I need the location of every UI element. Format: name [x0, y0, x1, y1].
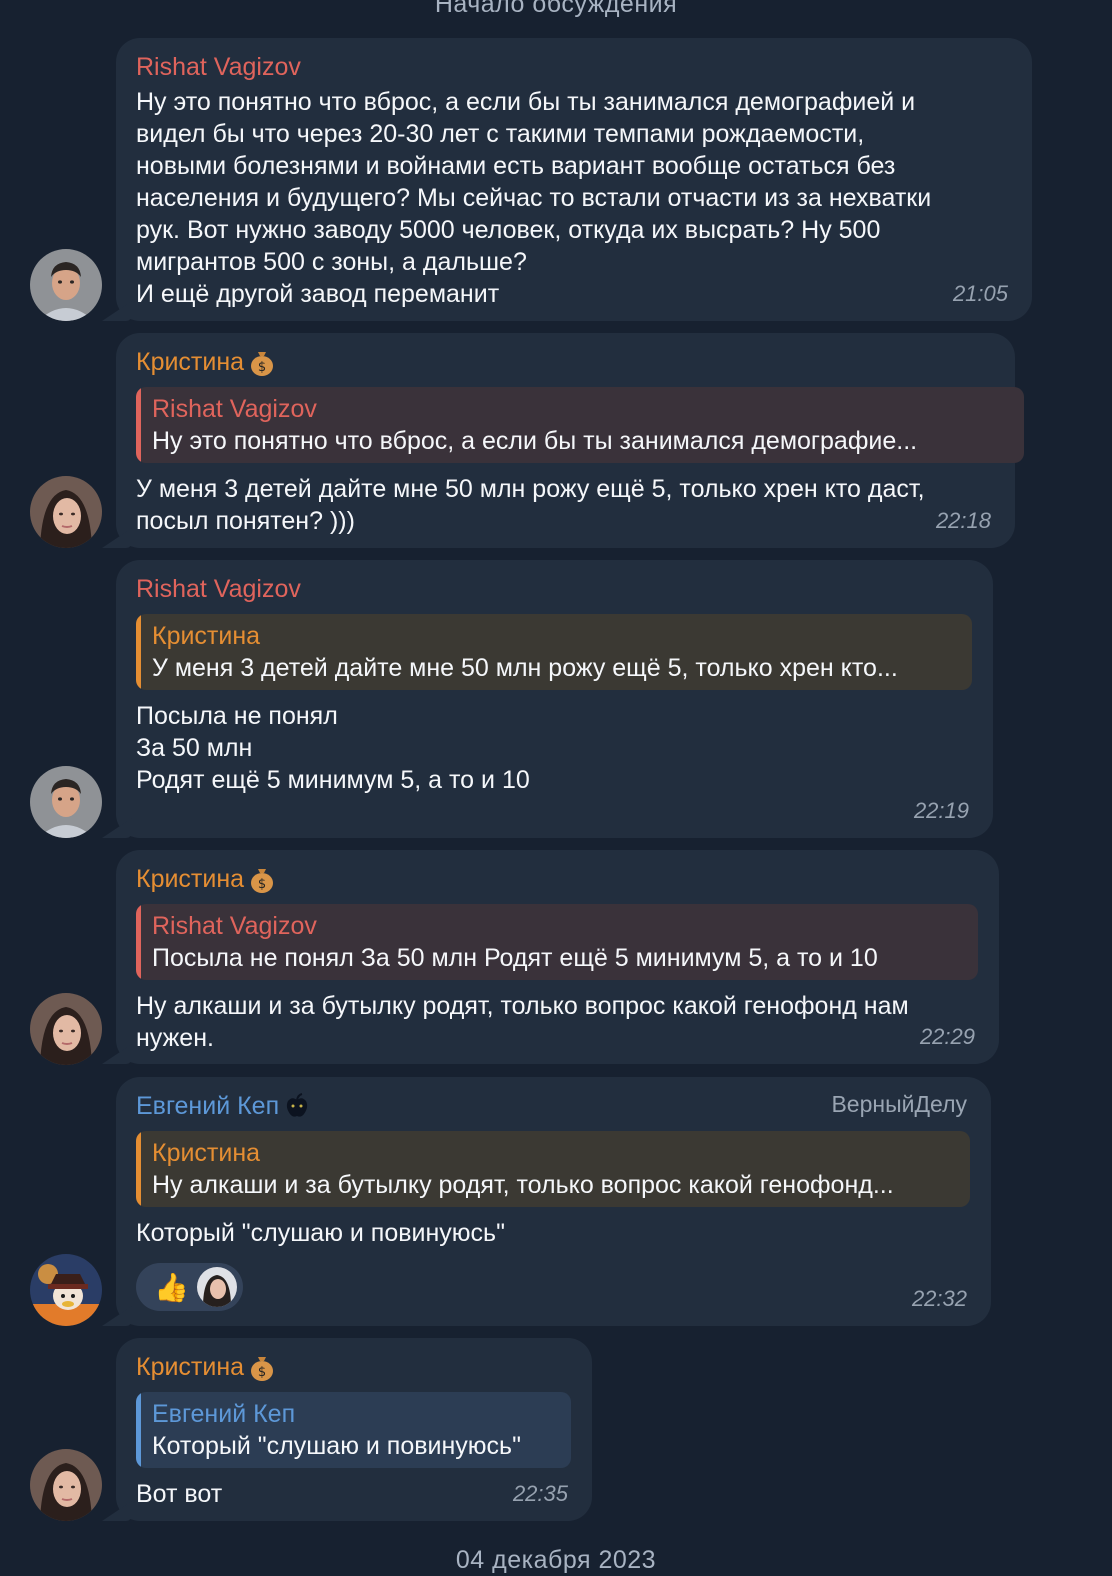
reply-quote-name: Кристина — [152, 622, 261, 650]
money-bag-icon: $ — [247, 1352, 277, 1382]
message-time: 22:18 — [935, 508, 991, 533]
message-bubble[interactable]: Rishat Vagizov Ну это понятно что вброс,… — [102, 38, 1032, 321]
avatar-rishat[interactable] — [30, 766, 102, 838]
avatar-kristina[interactable] — [30, 993, 102, 1065]
message-time: 22:29 — [919, 1024, 975, 1049]
message-bubble[interactable]: Кристина $ Евгений Кеп Который "слушаю и… — [102, 1338, 592, 1521]
message-bubble[interactable]: Rishat Vagizov Кристина У меня 3 детей д… — [102, 560, 993, 838]
message-text: Вот вот — [136, 1480, 223, 1508]
svg-text:$: $ — [258, 877, 266, 892]
message-bubble[interactable]: Кристина $ Rishat Vagizov Ну это понятно… — [102, 333, 1024, 548]
sender-name[interactable]: Кристина $ — [136, 864, 979, 894]
reply-quote[interactable]: Кристина Ну алкаши и за бутылку родят, т… — [136, 1131, 970, 1207]
message-time: 22:32 — [911, 1286, 967, 1311]
reply-quote-name: Rishat Vagizov — [152, 395, 317, 423]
message-bubble[interactable]: Кристина $ Rishat Vagizov Посыла не поня… — [102, 850, 999, 1064]
sender-name[interactable]: Кристина $ — [136, 347, 995, 377]
sender-name[interactable]: Rishat Vagizov — [136, 52, 1012, 82]
reply-quote-name: Rishat Vagizov — [152, 912, 317, 940]
sender-name[interactable]: Rishat Vagizov — [136, 574, 973, 604]
message-text: Ну это понятно что вброс, а если бы ты з… — [136, 88, 932, 308]
apple-icon — [282, 1091, 312, 1121]
reply-quote-name: Евгений Кеп — [152, 1400, 296, 1428]
message-text: У меня 3 детей дайте мне 50 млн рожу ещё… — [136, 475, 925, 535]
reply-quote-text: Который "слушаю и повинуюсь" — [152, 1432, 521, 1460]
reply-quote[interactable]: Rishat Vagizov Ну это понятно что вброс,… — [136, 387, 1024, 463]
message-bubble[interactable]: Евгений Кеп ВерныйДелу Кристина Ну алкаш… — [102, 1077, 991, 1326]
reply-quote-text: Ну это понятно что вброс, а если бы ты з… — [152, 427, 918, 455]
reply-quote-name: Кристина — [152, 1139, 261, 1167]
member-title: ВерныйДелу — [831, 1091, 967, 1117]
avatar-rishat[interactable] — [30, 249, 102, 321]
message-text: Ну алкаши и за бутылку родят, только воп… — [136, 992, 909, 1052]
svg-text:$: $ — [258, 1365, 266, 1380]
money-bag-icon: $ — [247, 864, 277, 894]
avatar-kristina[interactable] — [30, 476, 102, 548]
avatar-kristina[interactable] — [30, 1449, 102, 1521]
message-time: 21:05 — [952, 281, 1008, 306]
discussion-start-label: Начало обсуждения — [434, 0, 678, 18]
reply-quote[interactable]: Евгений Кеп Который "слушаю и повинуюсь" — [136, 1392, 571, 1468]
thumbs-up-icon: 👍 — [154, 1271, 189, 1303]
message-text: Который "слушаю и повинуюсь" — [136, 1219, 505, 1247]
reply-quote-text: Ну алкаши и за бутылку родят, только воп… — [152, 1171, 894, 1199]
avatar-evgeniy[interactable] — [30, 1254, 102, 1326]
reactor-avatar — [196, 1267, 237, 1307]
reply-quote[interactable]: Rishat Vagizov Посыла не понял За 50 млн… — [136, 904, 978, 980]
reaction-chip[interactable]: 👍 — [136, 1263, 243, 1311]
date-separator: 04 декабря 2023 — [455, 1546, 657, 1574]
sender-name[interactable]: Кристина $ — [136, 1352, 572, 1382]
reply-quote[interactable]: Кристина У меня 3 детей дайте мне 50 млн… — [136, 614, 972, 690]
message-time: 22:19 — [913, 798, 969, 823]
message-time: 22:35 — [512, 1481, 568, 1506]
message-text: Посыла не понял За 50 млн Родят ещё 5 ми… — [136, 702, 530, 794]
reply-quote-text: У меня 3 детей дайте мне 50 млн рожу ещё… — [152, 654, 898, 682]
reply-quote-text: Посыла не понял За 50 млн Родят ещё 5 ми… — [152, 944, 878, 972]
svg-text:$: $ — [258, 360, 266, 375]
money-bag-icon: $ — [247, 347, 277, 377]
